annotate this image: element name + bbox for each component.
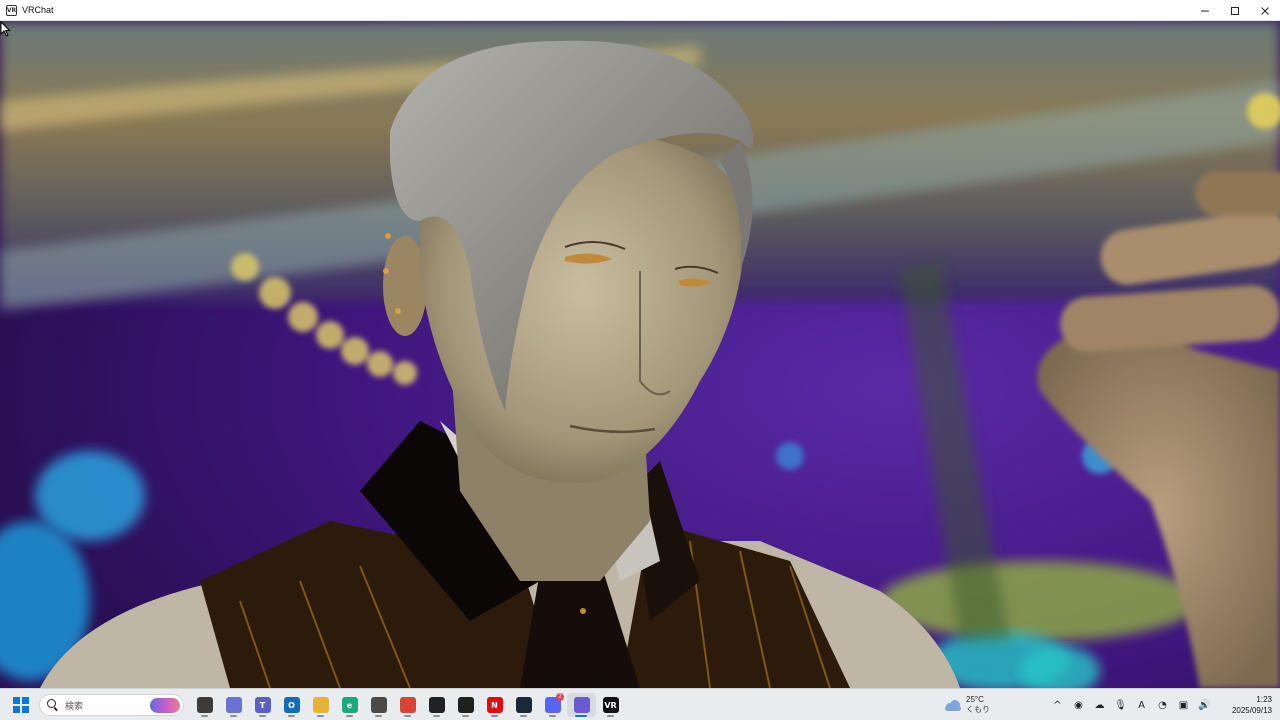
taskbar-app-chatgpt[interactable] [451,693,480,717]
taskbar-app-app-active[interactable] [567,693,596,717]
maximize-button[interactable] [1220,0,1250,21]
taskbar-app-chrome[interactable] [393,693,422,717]
copilot-icon [225,697,242,713]
search-icon [47,699,59,711]
ime-icon[interactable]: A [1134,693,1149,717]
folder-icon [312,697,329,713]
mouse-cursor-icon [0,21,11,37]
store-icon [370,697,387,713]
taskbar-app-edge[interactable]: e [335,693,364,717]
clock-date: 2025/09/13 [1231,706,1272,715]
taskbar-app-task-view[interactable] [190,693,219,717]
running-indicator [404,715,411,717]
volume-icon[interactable]: 🔊 [1197,693,1212,717]
taskbar-app-vrchat[interactable]: VR [596,693,625,717]
game-viewport[interactable] [0,21,1280,688]
taskbar-app-file-explorer[interactable] [306,693,335,717]
clock-time: 1:23 [1256,695,1272,704]
running-indicator [491,715,498,717]
obs-icon [428,697,445,713]
search-input[interactable]: 検索 [39,694,184,716]
outlook-icon: O [283,697,300,713]
running-indicator [288,715,295,717]
clock[interactable]: 1:23 2025/09/13 [1232,693,1272,717]
weather-temperature: 25°C [966,695,984,704]
running-indicator [346,715,353,717]
running-indicator [317,715,324,717]
windows-logo-icon [13,697,20,704]
title-bar[interactable]: VR VRChat [0,0,1280,21]
discord-tray-icon[interactable]: ◉ [1071,693,1086,717]
taskbar-app-steam[interactable] [509,693,538,717]
maximize-icon [1231,6,1239,15]
running-indicator [201,715,208,717]
netflix-icon: N [486,697,503,713]
running-indicator [259,715,266,717]
weather-widget[interactable]: 25°C くもり [944,693,990,717]
chrome-icon [399,697,416,713]
edge-icon: e [341,697,358,713]
taskbar-app-copilot[interactable] [219,693,248,717]
taskbar-app-obs[interactable] [422,693,451,717]
vrchat-app-icon: VR [6,4,17,16]
search-highlight-icon [150,698,180,713]
running-indicator [375,715,382,717]
search-placeholder: 検索 [65,700,84,711]
start-button[interactable] [13,697,29,713]
microphone-icon[interactable]: 🎙 [1113,693,1128,717]
minimize-icon [1201,10,1209,11]
task-view-icon [196,697,213,713]
taskbar-app-discord[interactable]: 2 [538,693,567,717]
minimize-button[interactable] [1190,0,1220,21]
vr-app-icon [573,697,590,713]
taskbar-app-teams[interactable]: T [248,693,277,717]
taskbar-apps: T Oe N 2 VR [190,693,625,717]
weather-condition: くもり [966,705,990,714]
running-indicator [607,715,614,717]
cloud-icon [944,699,962,711]
chatgpt-icon [457,697,474,713]
running-indicator [462,715,469,717]
steam-icon [515,697,532,713]
notification-badge: 2 [556,693,564,701]
window-controls [1190,0,1280,21]
scene-render [0,21,1280,688]
chevron-up-icon[interactable]: ^ [1050,693,1065,717]
taskbar: 検索 T Oe N 2 VR 25°C くもり ^ ◉ ☁ 🎙 A ◔ ▣ 🔊 1:23 2025/0… [0,688,1280,720]
running-indicator [549,715,556,717]
close-icon [1261,6,1269,15]
teams-icon: T [254,697,271,713]
taskbar-app-store[interactable] [364,693,393,717]
taskbar-app-netflix[interactable]: N [480,693,509,717]
cloud-tray-icon[interactable]: ☁ [1092,693,1107,717]
network-icon[interactable]: ▣ [1176,693,1191,717]
system-tray: ^ ◉ ☁ 🎙 A ◔ ▣ 🔊 [1050,693,1218,717]
sync-icon[interactable]: ◔ [1155,693,1170,717]
running-indicator [575,715,587,717]
taskbar-app-outlook[interactable]: O [277,693,306,717]
window-title: VRChat [22,5,54,15]
running-indicator [230,715,237,717]
running-indicator [520,715,527,717]
vrchat-icon: VR [602,697,619,713]
close-button[interactable] [1250,0,1280,21]
running-indicator [433,715,440,717]
